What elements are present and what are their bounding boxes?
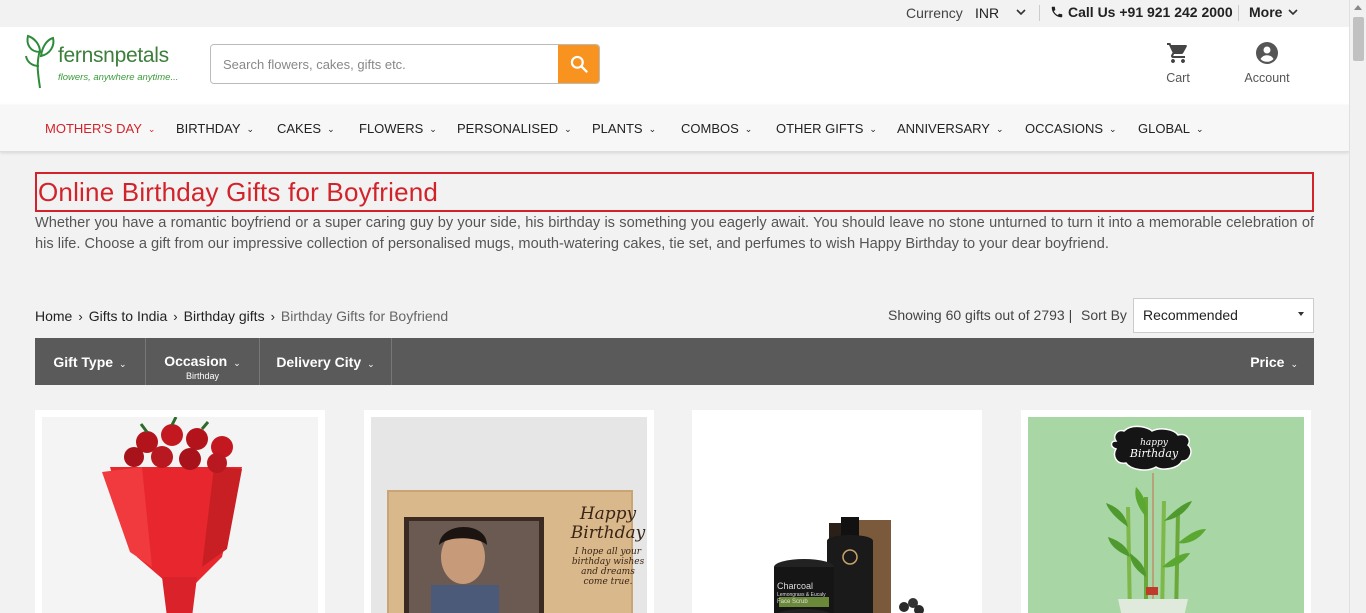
filter-delivery-city[interactable]: Delivery City ⌄	[260, 338, 392, 385]
phone-icon	[1050, 5, 1064, 19]
call-us-link[interactable]: Call Us +91 921 242 2000	[1068, 4, 1233, 20]
scrub-sublabel: Lemongrass & Eucaly	[777, 592, 826, 599]
search-input[interactable]	[211, 45, 559, 83]
chevron-down-icon: ⌄	[367, 359, 375, 369]
chevron-right-icon: ›	[173, 309, 178, 324]
nav-item-occasions[interactable]: OCCASIONS ⌄	[1025, 121, 1117, 136]
product-card[interactable]: happy Birthday	[1021, 410, 1311, 613]
chevron-down-icon: ⌄	[744, 124, 753, 134]
brand-name: fernsnpetals	[58, 44, 169, 67]
product-card[interactable]: Happy Birthday I hope all your birthday …	[364, 410, 654, 613]
cart-button[interactable]: Cart	[1157, 41, 1199, 85]
cart-icon	[1167, 43, 1187, 63]
chevron-down-icon: ⌄	[869, 124, 877, 134]
nav-item-flowers[interactable]: FLOWERS ⌄	[359, 121, 437, 136]
nav-item-plants[interactable]: PLANTS ⌄	[592, 121, 656, 136]
page-intro: Whether you have a romantic boyfriend or…	[35, 215, 1314, 252]
chevron-down-icon: ⌄	[246, 124, 255, 134]
more-menu[interactable]: More	[1249, 4, 1282, 20]
chevron-down-icon: ⌄	[648, 124, 657, 134]
product-image-bamboo-plant[interactable]: happy Birthday	[1028, 417, 1304, 613]
filter-gift-type[interactable]: Gift Type ⌄	[35, 338, 146, 385]
search-box	[210, 44, 600, 84]
chevron-down-icon: ⌄	[119, 359, 127, 369]
site-header: fernsnpetals flowers, anywhere anytime..…	[0, 27, 1349, 105]
product-card[interactable]	[35, 410, 325, 613]
nav-item-birthday[interactable]: BIRTHDAY ⌄	[176, 121, 254, 136]
divider	[1039, 5, 1040, 21]
nav-item-mothers-day[interactable]: MOTHER'S DAY ⌄	[45, 121, 155, 136]
product-card[interactable]: Charcoal Lemongrass & Eucaly Face Scrub	[692, 410, 982, 613]
product-image-grooming-kit[interactable]: Charcoal Lemongrass & Eucaly Face Scrub	[699, 417, 975, 613]
chevron-down-icon: ⌄	[1290, 359, 1298, 369]
currency-select[interactable]: INR	[975, 5, 999, 21]
frame-engraved-message: I hope all your birthday wishes and drea…	[571, 547, 645, 588]
frame-engraved-title: Happy Birthday	[570, 504, 646, 543]
search-icon	[570, 55, 588, 73]
breadcrumb-birthday-gifts[interactable]: Birthday gifts	[184, 308, 265, 324]
chevron-down-icon: ⌄	[147, 124, 156, 134]
brand-tagline: flowers, anywhere anytime...	[58, 72, 179, 83]
chevron-down-icon: ⌄	[327, 124, 335, 134]
breadcrumb-home[interactable]: Home	[35, 308, 72, 324]
scroll-up-icon[interactable]	[1354, 5, 1362, 10]
chevron-right-icon: ›	[270, 309, 275, 324]
breadcrumb: Home › Gifts to India › Birthday gifts › Birth…	[35, 308, 448, 324]
search-button[interactable]	[558, 45, 599, 83]
sort-value: Recommended	[1143, 307, 1238, 323]
chevron-down-icon: ⌄	[233, 358, 241, 368]
nav-item-cakes[interactable]: CAKES ⌄	[277, 121, 335, 136]
chevron-down-icon: ⌄	[995, 124, 1004, 134]
caret-down-icon	[1298, 312, 1304, 316]
scrub-type: Face Scrub	[777, 598, 808, 605]
account-button[interactable]: Account	[1236, 41, 1298, 85]
account-label: Account	[1244, 71, 1290, 85]
nav-item-global[interactable]: GLOBAL ⌄	[1138, 121, 1204, 136]
chevron-right-icon: ›	[78, 309, 83, 324]
chevron-down-icon[interactable]	[1287, 4, 1299, 23]
cart-label: Cart	[1166, 71, 1190, 85]
scrub-label: Charcoal	[777, 581, 814, 591]
filter-occasion[interactable]: Occasion ⌄ Birthday	[146, 338, 260, 385]
nav-item-personalised[interactable]: PERSONALISED ⌄	[457, 121, 572, 136]
sort-select[interactable]: Recommended	[1133, 298, 1314, 333]
product-image-rose-bouquet[interactable]	[42, 417, 318, 613]
page-title-box: Online Birthday Gifts for Boyfriend	[35, 172, 1314, 212]
fnp-logo-icon	[25, 34, 55, 89]
breadcrumb-gifts-to-india[interactable]: Gifts to India	[89, 308, 168, 324]
product-image-photo-frame[interactable]: Happy Birthday I hope all your birthday …	[371, 417, 647, 613]
chevron-down-icon: ⌄	[429, 124, 437, 134]
site-logo[interactable]: fernsnpetals flowers, anywhere anytime..…	[24, 30, 194, 90]
currency-label: Currency	[906, 5, 963, 21]
breadcrumb-current: Birthday Gifts for Boyfriend	[280, 308, 449, 324]
chevron-down-icon: ⌄	[564, 124, 572, 134]
chevron-down-icon[interactable]	[1015, 4, 1027, 23]
filter-occasion-selected: Birthday	[185, 371, 220, 381]
results-count: Showing 60 gifts out of 2793 |	[888, 307, 1073, 323]
top-utility-bar: Currency INR Call Us +91 921 242 2000 Mo…	[0, 0, 1349, 27]
filter-price[interactable]: Price ⌄	[1250, 354, 1298, 370]
page-title: Online Birthday Gifts for Boyfriend	[38, 177, 439, 207]
divider	[1238, 5, 1239, 21]
chevron-down-icon: ⌄	[1196, 124, 1204, 134]
chevron-down-icon: ⌄	[1109, 124, 1117, 134]
page-scrollbar[interactable]	[1349, 0, 1366, 613]
nav-item-anniversary[interactable]: ANNIVERSARY ⌄	[897, 121, 1004, 136]
scrollbar-thumb[interactable]	[1353, 17, 1364, 61]
filter-bar: Gift Type ⌄ Occasion ⌄ Birthday Delivery C…	[35, 338, 1314, 385]
main-navigation: MOTHER'S DAY ⌄ BIRTHDAY ⌄ CAKES ⌄ FLOWERS ⌄ …	[0, 105, 1349, 152]
nav-item-combos[interactable]: COMBOS ⌄	[681, 121, 752, 136]
sort-label: Sort By	[1081, 307, 1127, 323]
plant-tag-text-2: Birthday	[1129, 447, 1179, 461]
account-icon	[1256, 42, 1278, 64]
nav-item-other-gifts[interactable]: OTHER GIFTS ⌄	[776, 121, 877, 136]
